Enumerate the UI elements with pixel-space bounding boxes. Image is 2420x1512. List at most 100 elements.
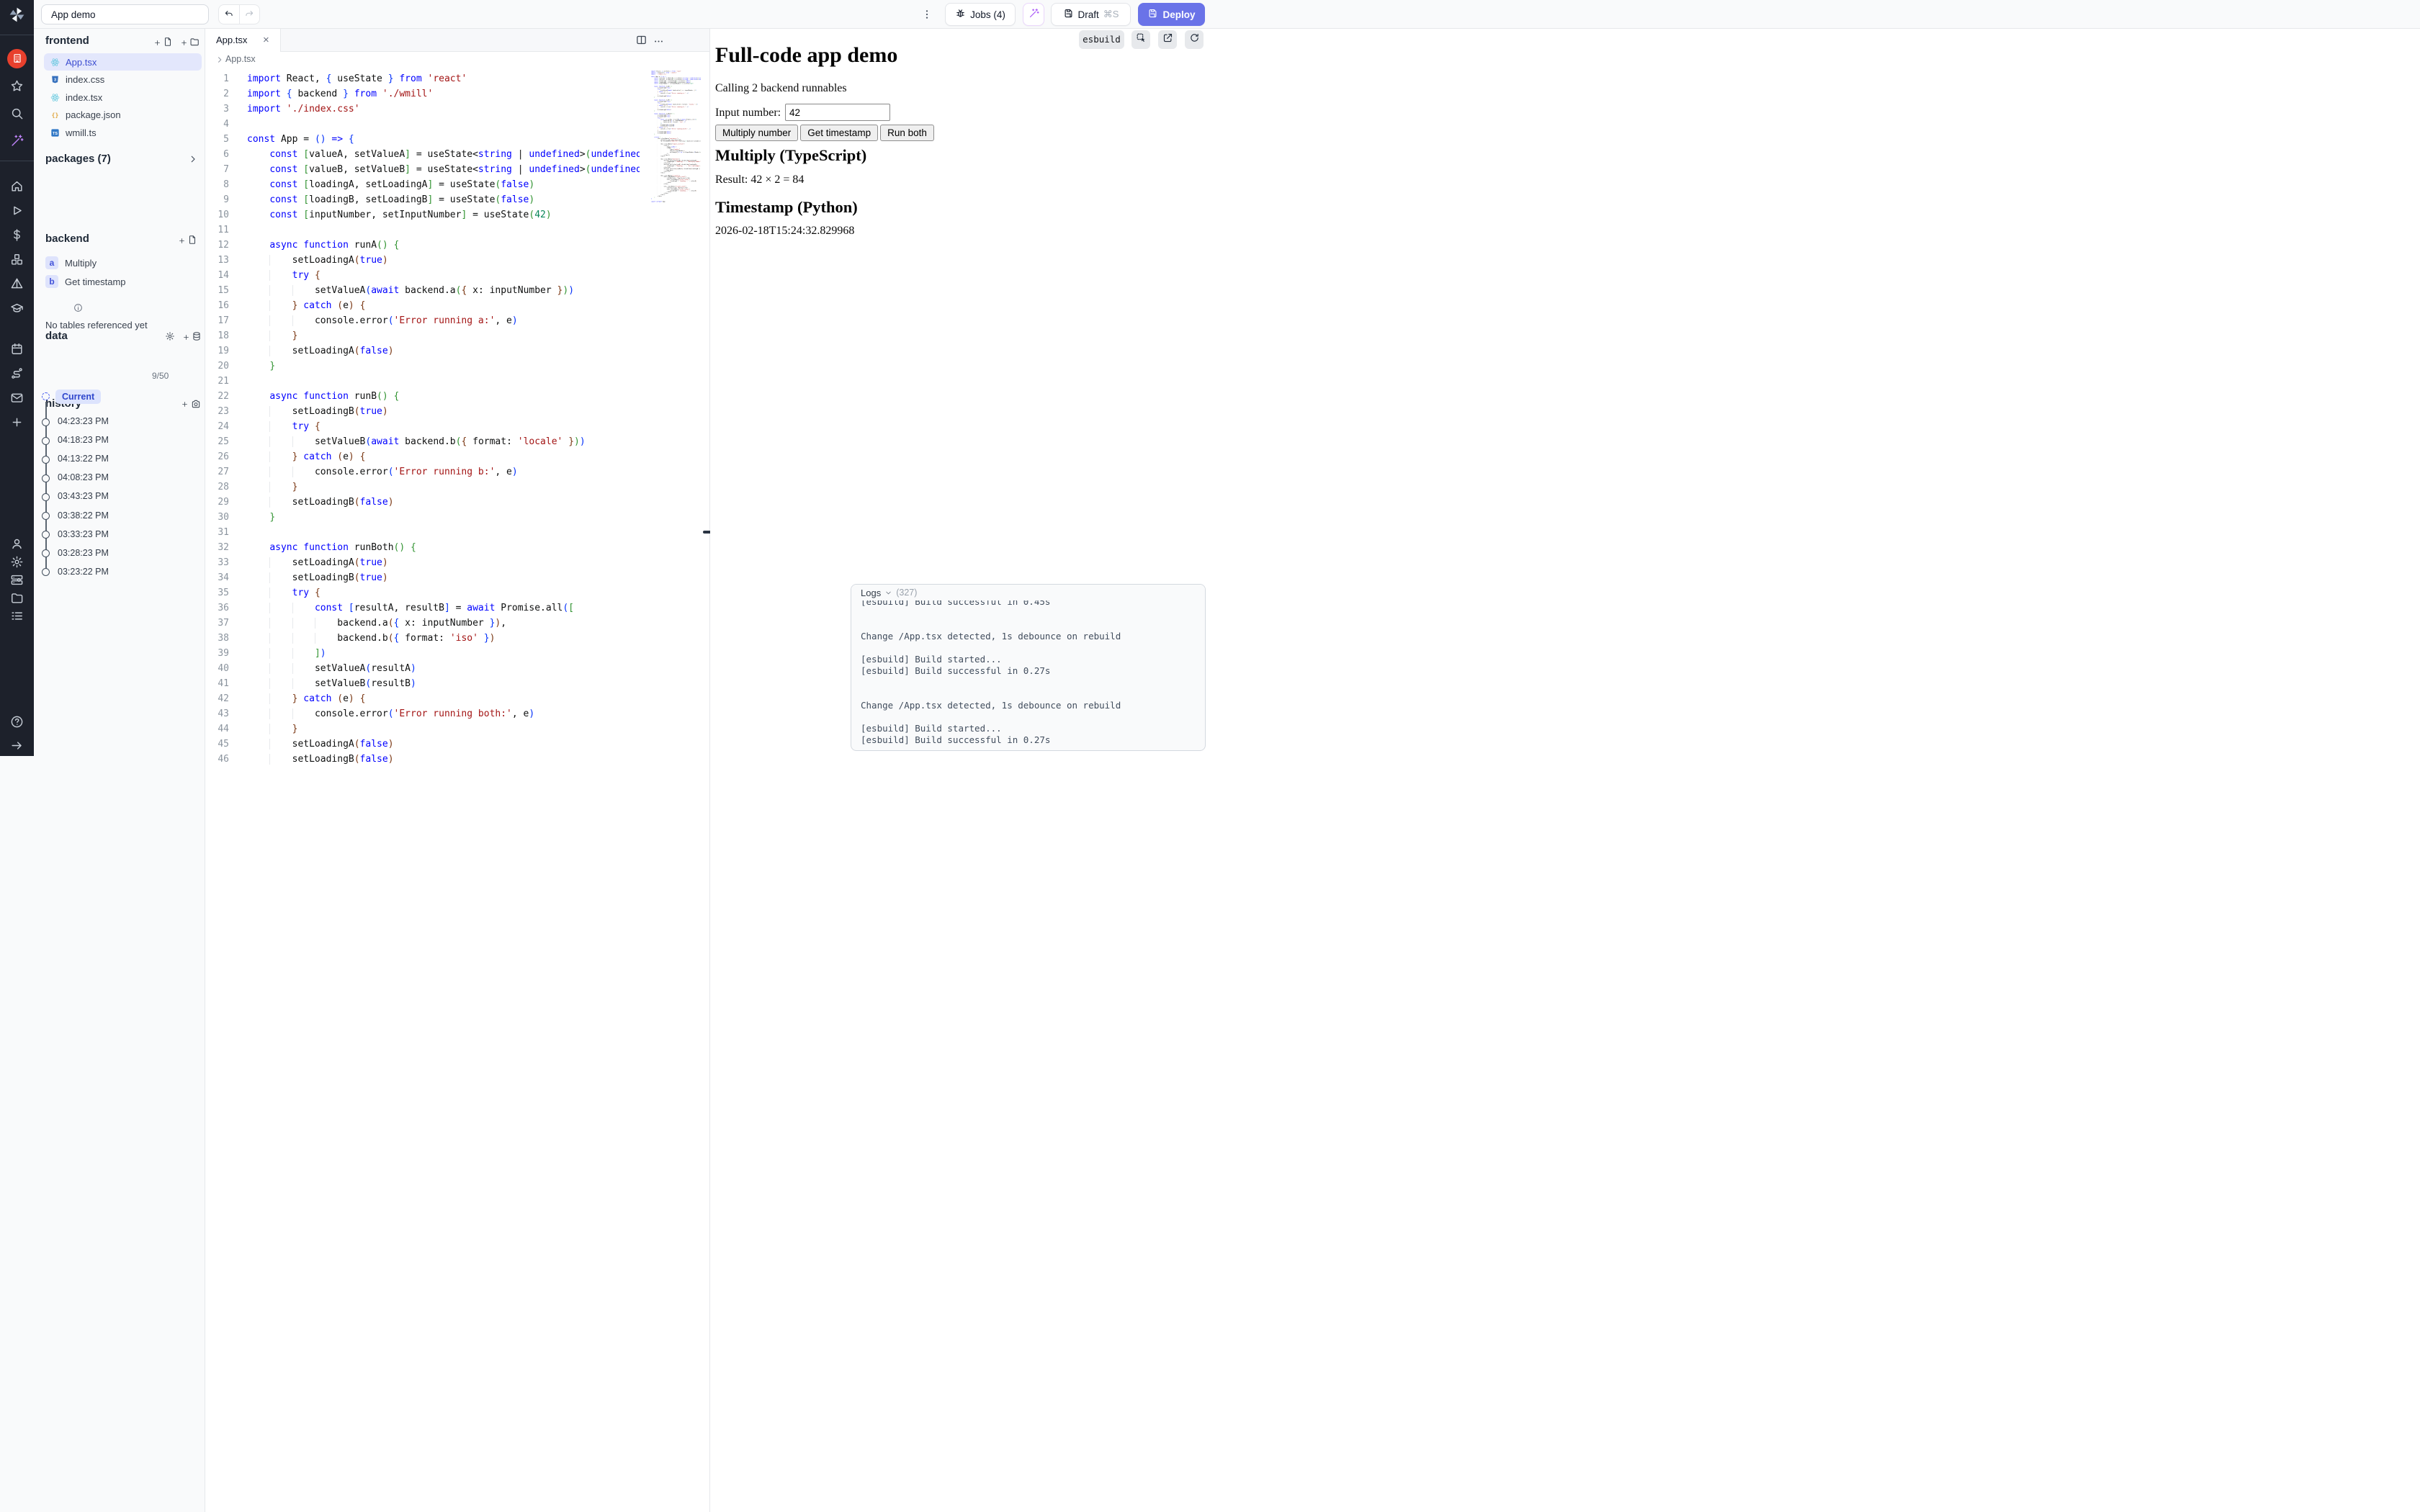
add-snapshot-button[interactable] xyxy=(181,399,189,412)
code-line: 20 } xyxy=(205,359,640,374)
graduation-cap-icon[interactable] xyxy=(0,299,34,318)
deploy-button[interactable]: Deploy xyxy=(1138,3,1205,26)
timeline-node[interactable] xyxy=(42,549,50,557)
timeline-node[interactable] xyxy=(42,437,50,445)
jobs-label: Jobs (4) xyxy=(970,9,1005,20)
external-link-icon[interactable] xyxy=(1158,30,1177,49)
timeline-node-current[interactable] xyxy=(42,392,50,400)
timeline-node[interactable] xyxy=(42,568,50,576)
run-both-button[interactable]: Run both xyxy=(880,125,934,141)
history-entry[interactable]: 03:23:22 PM xyxy=(58,567,109,577)
app-title-input[interactable] xyxy=(41,4,209,24)
logs-panel: Logs (327) [esbuild] Build successful in… xyxy=(851,584,1206,751)
file-item-package-json[interactable]: {}package.json xyxy=(44,107,202,124)
play-icon[interactable] xyxy=(0,201,34,220)
file-item-index-css[interactable]: 3index.css xyxy=(44,71,202,89)
select-pointer-icon[interactable] xyxy=(1131,30,1150,49)
folder-icon xyxy=(189,37,200,50)
svg-text:{}: {} xyxy=(52,111,59,118)
chevron-down-icon xyxy=(884,589,892,597)
code-line: 13 setLoadingA(true) xyxy=(205,253,640,268)
snapshot-camera-button[interactable] xyxy=(191,399,201,413)
draft-button[interactable]: Draft ⌘S xyxy=(1051,3,1131,26)
runnable-item[interactable]: Get timestamp xyxy=(65,276,126,287)
data-settings-button[interactable] xyxy=(165,331,175,345)
current-version-badge[interactable]: Current xyxy=(55,390,101,404)
runnable-item[interactable]: Multiply xyxy=(65,258,97,269)
timeline-node[interactable] xyxy=(42,474,50,482)
code-line: 34 setLoadingB(true) xyxy=(205,570,640,585)
timeline-node[interactable] xyxy=(42,512,50,520)
new-file-button[interactable] xyxy=(153,37,173,50)
mail-icon[interactable] xyxy=(0,388,34,407)
history-entry[interactable]: 03:38:22 PM xyxy=(58,510,109,521)
minimap[interactable]: import React, { useState } from 'react' … xyxy=(651,71,701,218)
more-options-icon[interactable] xyxy=(653,36,664,50)
star-icon[interactable] xyxy=(0,76,34,95)
home-icon[interactable] xyxy=(0,176,34,195)
code-line: 21 xyxy=(205,374,640,389)
plus-icon[interactable] xyxy=(0,413,34,431)
windmill-logo[interactable] xyxy=(8,6,26,24)
services-icon[interactable] xyxy=(0,570,34,589)
history-entry[interactable]: 04:18:23 PM xyxy=(58,435,109,445)
ai-assistant-button[interactable] xyxy=(1023,3,1044,26)
history-counter: 9/50 xyxy=(152,371,169,381)
list-icon[interactable] xyxy=(0,606,34,625)
timeline-node[interactable] xyxy=(42,418,50,426)
code-line: 11 xyxy=(205,222,640,238)
code-line: 8 const [loadingA, setLoadingA] = useSta… xyxy=(205,177,640,192)
dollar-icon[interactable] xyxy=(0,225,34,244)
history-entry[interactable]: 03:28:23 PM xyxy=(58,548,109,558)
code-area[interactable]: 1import React, { useState } from 'react'… xyxy=(205,68,640,1512)
breadcrumb-item[interactable]: App.tsx xyxy=(225,54,256,64)
kebab-menu-icon[interactable] xyxy=(920,6,934,23)
get-timestamp-button[interactable]: Get timestamp xyxy=(800,125,878,141)
timeline-node[interactable] xyxy=(42,531,50,539)
new-runnable-button[interactable] xyxy=(178,235,197,248)
refresh-icon[interactable] xyxy=(1185,30,1204,49)
pyramid-icon[interactable] xyxy=(0,274,34,293)
svg-text:TS: TS xyxy=(53,131,58,135)
file-item-wmill-ts[interactable]: TSwmill.ts xyxy=(44,124,202,141)
split-editor-icon[interactable] xyxy=(635,34,647,50)
chevron-right-icon[interactable] xyxy=(188,154,198,168)
folder-icon[interactable] xyxy=(0,588,34,607)
close-icon[interactable]: × xyxy=(263,34,269,46)
history-entry[interactable]: 03:43:23 PM xyxy=(58,491,109,501)
history-entry[interactable]: 04:23:23 PM xyxy=(58,416,109,426)
file-item-app-tsx[interactable]: App.tsx xyxy=(44,53,202,71)
gear-icon[interactable] xyxy=(0,552,34,571)
input-number-field[interactable] xyxy=(785,104,890,121)
help-icon[interactable] xyxy=(0,712,34,731)
add-table-button[interactable] xyxy=(182,331,202,345)
magic-wand-icon[interactable] xyxy=(0,131,34,150)
undo-icon[interactable] xyxy=(219,5,240,24)
code-line: 41 setValueB(resultB) xyxy=(205,676,640,691)
preview-app-title: Full-code app demo xyxy=(715,43,897,68)
jobs-button[interactable]: Jobs (4) xyxy=(945,3,1016,26)
timeline-node[interactable] xyxy=(42,456,50,464)
timeline-node[interactable] xyxy=(42,493,50,501)
workspace-icon[interactable] xyxy=(0,49,34,68)
history-entry[interactable]: 04:08:23 PM xyxy=(58,472,109,482)
logs-header[interactable]: Logs (327) xyxy=(851,585,1205,600)
route-icon[interactable] xyxy=(0,364,34,382)
history-entry[interactable]: 04:13:22 PM xyxy=(58,454,109,464)
cubes-icon[interactable] xyxy=(0,250,34,269)
undo-redo-group xyxy=(218,4,260,24)
multiply-number-button[interactable]: Multiply number xyxy=(715,125,798,141)
tab-app-tsx[interactable]: App.tsx × xyxy=(205,29,281,52)
esbuild-badge[interactable]: esbuild xyxy=(1079,30,1124,49)
redo-icon[interactable] xyxy=(240,5,260,24)
search-icon[interactable] xyxy=(0,104,34,122)
new-folder-button[interactable] xyxy=(180,37,200,50)
preview-panel: esbuild Full-code app demo Calling 2 bac… xyxy=(710,29,2420,1512)
file-item-index-tsx[interactable]: index.tsx xyxy=(44,89,202,106)
calendar-icon[interactable] xyxy=(0,339,34,358)
logs-count: (327) xyxy=(896,588,917,598)
arrow-right-icon[interactable] xyxy=(0,736,34,755)
history-entry[interactable]: 03:33:23 PM xyxy=(58,529,109,539)
logs-body[interactable]: [esbuild] Build successful in 0.45s Chan… xyxy=(861,596,1201,750)
user-icon[interactable] xyxy=(0,534,34,553)
